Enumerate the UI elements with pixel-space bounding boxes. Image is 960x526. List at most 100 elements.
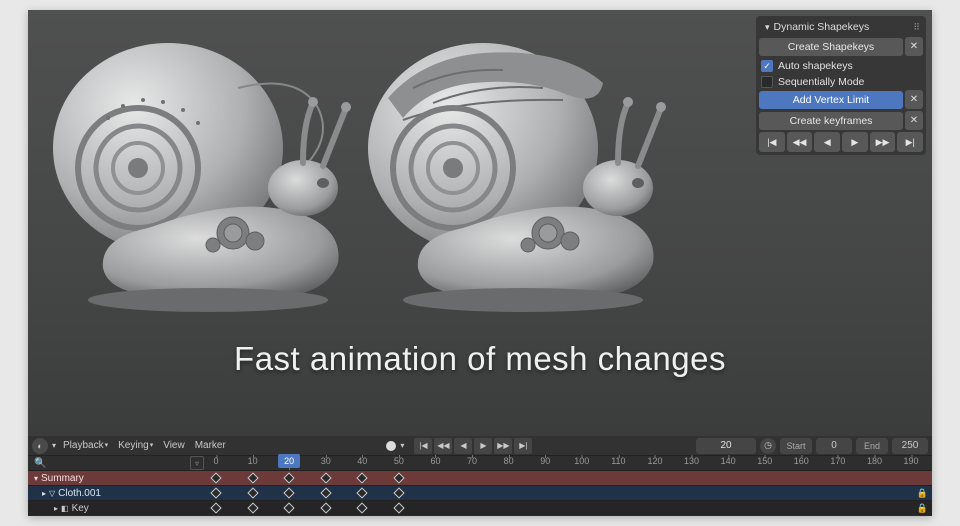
keyframe-diamond[interactable] [210,472,221,483]
auto-shapekeys-label: Auto shapekeys [778,60,853,72]
app-frame: Fast animation of mesh changes ▾ Dynamic … [28,10,932,516]
jump-start-button[interactable]: |◀ [759,132,785,152]
timeline-header: ◐ ▾ Playback▾ Keying▾ View Marker ▾ |◀ ◀… [28,436,932,456]
magnify-icon[interactable]: 🔍 [34,458,46,469]
ruler-tick: 40 [357,456,367,466]
play-rev-button[interactable]: ◀ [814,132,840,152]
timeline-rows: ▾Summary ▸▽ Cloth.001 🔒 ▸◧ Key 🔒 [28,470,932,516]
add-vertex-limit-close[interactable]: ✕ [905,90,923,109]
keyframe-diamond[interactable] [283,502,294,513]
ruler-tick: 50 [394,456,404,466]
keyframe-diamond[interactable] [247,472,258,483]
create-keyframes-button[interactable]: Create keyframes [759,112,903,130]
keyframe-diamond[interactable] [247,487,258,498]
keyframe-diamond[interactable] [210,487,221,498]
end-frame-field[interactable]: 250 [892,438,928,454]
chevron-down-icon: ▾ [765,22,770,32]
ruler-tick: 140 [721,456,736,466]
model-preview-right [363,28,673,318]
ruler-tick: 110 [611,456,625,466]
keyframe-diamond[interactable] [320,487,331,498]
keyframe-diamond[interactable] [357,487,368,498]
panel-header[interactable]: ▾ Dynamic Shapekeys ⠿ [759,19,923,37]
ruler-tick: 0 [213,456,218,466]
keyframe-diamond[interactable] [393,472,404,483]
overlay-caption: Fast animation of mesh changes [28,340,932,378]
sequentially-mode-label: Sequentially Mode [778,76,864,88]
keyframe-diamond[interactable] [357,472,368,483]
menu-view[interactable]: View [160,440,188,451]
create-shapekeys-close[interactable]: ✕ [905,37,923,56]
keyframe-diamond[interactable] [210,502,221,513]
next-key-button[interactable]: ▶▶ [494,438,512,454]
row-summary[interactable]: ▾Summary [28,470,932,485]
keyframe-diamond[interactable] [320,472,331,483]
checkbox-on-icon: ✓ [761,60,773,72]
chevron-down-icon: ▾ [34,474,38,483]
keyframe-diamond[interactable] [320,502,331,513]
jump-start-button[interactable]: |◀ [414,438,432,454]
ruler-tick: 190 [904,456,919,466]
auto-shapekeys-checkbox[interactable]: ✓ Auto shapekeys [759,58,923,74]
viewport-3d[interactable]: Fast animation of mesh changes ▾ Dynamic … [28,10,932,436]
sequentially-mode-checkbox[interactable]: Sequentially Mode [759,74,923,90]
ruler-tick: 170 [830,456,845,466]
add-vertex-limit-button[interactable]: Add Vertex Limit [759,91,903,109]
ruler-tick: 150 [757,456,772,466]
ruler-tick: 90 [540,456,550,466]
start-frame-field[interactable]: 0 [816,438,852,454]
dynamic-shapekeys-panel: ▾Dynamic Shapekeys ⠿ Create Shapekeys ✕ … [756,16,926,155]
play-fwd-button[interactable]: ▶ [842,132,868,152]
clock-icon[interactable]: ◷ [760,438,776,454]
ruler-tick: 10 [248,456,258,466]
timeline-transport: |◀ ◀◀ ◀ ▶ ▶▶ ▶| [414,438,532,454]
model-preview-left [48,28,358,318]
menu-keying[interactable]: Keying▾ [115,440,156,451]
ruler-tick: 30 [321,456,331,466]
menu-marker[interactable]: Marker [192,440,229,451]
ruler-tick: 100 [574,456,589,466]
keyframe-diamond[interactable] [283,487,294,498]
keyframe-diamond[interactable] [393,487,404,498]
ruler-tick: 60 [430,456,440,466]
auto-key-toggle[interactable]: ▾ [386,441,404,451]
keyframe-diamond[interactable] [283,472,294,483]
current-frame-field[interactable]: 20 [696,438,756,454]
keyframe-diamond[interactable] [247,502,258,513]
play-rev-button[interactable]: ◀ [454,438,472,454]
timeline-ruler[interactable]: 🔍 ▿ 010203040506070809010011012013014015… [28,456,932,470]
ruler-tick: 180 [867,456,882,466]
keyframe-diamond[interactable] [357,502,368,513]
grip-icon[interactable]: ⠿ [913,22,919,33]
ruler-tick: 80 [504,456,514,466]
panel-transport: |◀ ◀◀ ◀ ▶ ▶▶ ▶| [759,132,923,152]
prev-key-button[interactable]: ◀◀ [787,132,813,152]
chevron-down-icon[interactable]: ▾ [52,441,56,450]
timeline: ◐ ▾ Playback▾ Keying▾ View Marker ▾ |◀ ◀… [28,436,932,516]
row-key[interactable]: ▸◧ Key 🔒 [28,500,932,515]
chevron-right-icon: ▸ [54,504,58,513]
row-cloth[interactable]: ▸▽ Cloth.001 🔒 [28,485,932,500]
filter-icon[interactable]: ▿ [190,456,204,470]
menu-playback[interactable]: Playback▾ [60,440,111,451]
jump-end-button[interactable]: ▶| [897,132,923,152]
chevron-right-icon: ▸ [42,489,46,498]
jump-end-button[interactable]: ▶| [514,438,532,454]
create-keyframes-close[interactable]: ✕ [905,111,923,130]
play-fwd-button[interactable]: ▶ [474,438,492,454]
ruler-tick: 70 [467,456,477,466]
next-key-button[interactable]: ▶▶ [870,132,896,152]
object-icon: ▽ [49,489,55,498]
panel-title: Dynamic Shapekeys [774,21,870,33]
keyframe-diamond[interactable] [393,502,404,513]
start-label: Start [780,438,812,454]
lock-icon[interactable]: 🔒 [917,503,928,514]
ruler-tick: 160 [794,456,809,466]
checkbox-off-icon [761,76,773,88]
editor-type-icon[interactable]: ◐ [32,438,48,454]
create-shapekeys-button[interactable]: Create Shapekeys [759,38,903,56]
prev-key-button[interactable]: ◀◀ [434,438,452,454]
ruler-tick: 130 [684,456,699,466]
lock-icon[interactable]: 🔒 [917,488,928,499]
ruler-tick: 120 [647,456,662,466]
